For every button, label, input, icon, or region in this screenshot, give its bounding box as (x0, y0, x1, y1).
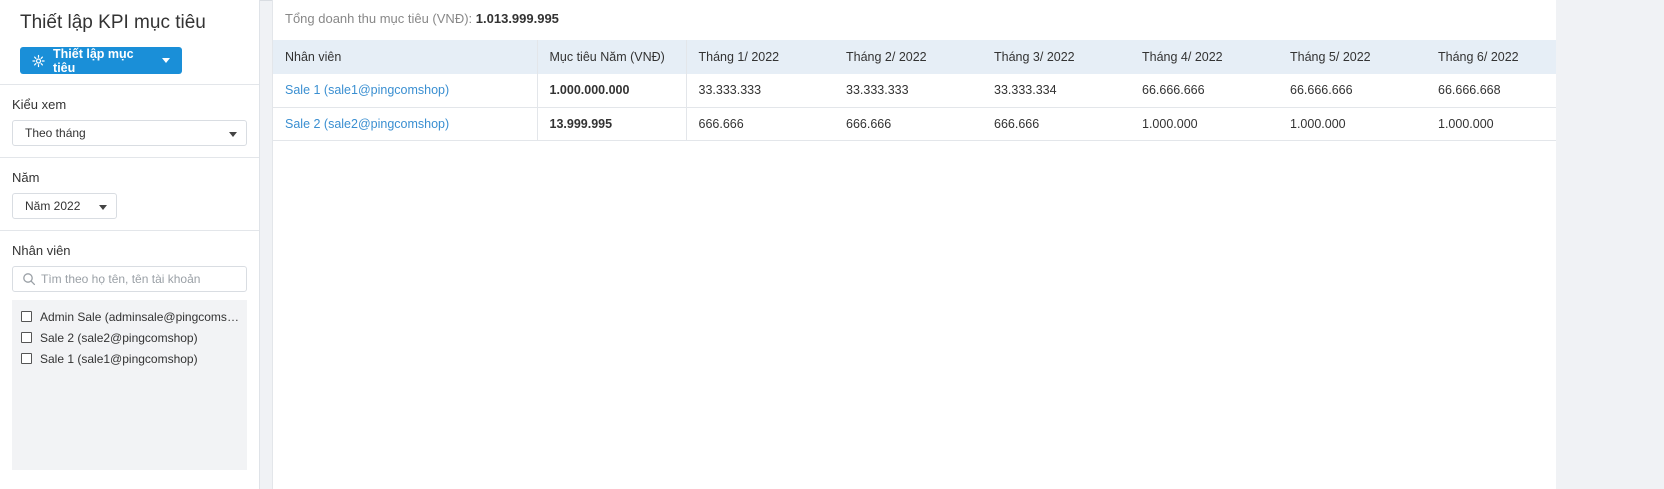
kpi-main-panel: Tổng doanh thu mục tiêu (VNĐ): 1.013.999… (272, 0, 1557, 489)
employee-option-label: Sale 1 (sale1@pingcomshop) (40, 351, 198, 366)
view-mode-select[interactable]: Theo tháng (12, 120, 247, 146)
total-revenue-value: 1.013.999.995 (475, 11, 559, 26)
employee-cell: Sale 1 (sale1@pingcomshop) (273, 74, 538, 108)
employee-search-input[interactable] (41, 267, 241, 291)
year-label: Năm (12, 170, 40, 185)
col-header-month: Tháng 2/ 2022 (834, 40, 982, 74)
search-icon (23, 273, 36, 286)
total-revenue-label: Tổng doanh thu mục tiêu (VNĐ): (285, 11, 473, 26)
month-target-cell: 1.000.000 (1426, 107, 1557, 141)
year-value: Năm 2022 (25, 199, 81, 213)
month-target-cell: 666.666 (834, 107, 982, 141)
col-header-month: Tháng 6/ 2022 (1426, 40, 1557, 74)
table-row: Sale 2 (sale2@pingcomshop) 13.999.995 66… (273, 107, 1557, 141)
employee-link[interactable]: Sale 1 (sale1@pingcomshop) (285, 83, 449, 97)
page-title: Thiết lập KPI mục tiêu (20, 12, 206, 33)
col-header-month: Tháng 5/ 2022 (1278, 40, 1426, 74)
chevron-down-icon (99, 205, 107, 210)
checkbox[interactable] (21, 353, 32, 364)
view-mode-section: Kiểu xem Theo tháng (0, 85, 259, 158)
month-target-cell: 66.666.666 (1130, 74, 1278, 108)
year-section: Năm Năm 2022 (0, 158, 259, 231)
month-target-cell: 33.333.333 (686, 74, 834, 108)
month-target-cell: 33.333.333 (834, 74, 982, 108)
col-header-month: Tháng 3/ 2022 (982, 40, 1130, 74)
employee-option[interactable]: Admin Sale (adminsale@pingcomshop) (12, 306, 247, 327)
annual-target-cell: 1.000.000.000 (537, 74, 687, 108)
month-target-cell: 33.333.334 (982, 74, 1130, 108)
month-target-cell: 1.000.000 (1130, 107, 1278, 141)
setup-target-label: Thiết lập mục tiêu (53, 46, 134, 75)
employee-option-label: Sale 2 (sale2@pingcomshop) (40, 330, 198, 345)
col-header-month: Tháng 1/ 2022 (686, 40, 834, 74)
employee-option[interactable]: Sale 2 (sale2@pingcomshop) (12, 327, 247, 348)
annual-target-cell: 13.999.995 (537, 107, 687, 141)
month-target-cell: 66.666.666 (1278, 74, 1426, 108)
employee-option-label: Admin Sale (adminsale@pingcomshop) (40, 309, 240, 324)
month-target-cell: 1.000.000 (1278, 107, 1426, 141)
view-mode-label: Kiểu xem (12, 97, 67, 112)
year-select[interactable]: Năm 2022 (12, 193, 117, 219)
employee-cell: Sale 2 (sale2@pingcomshop) (273, 107, 538, 141)
filter-sidebar: Thiết lập KPI mục tiêu Thiết lập mục tiê… (0, 0, 260, 489)
col-header-month: Tháng 4/ 2022 (1130, 40, 1278, 74)
table-header-row: Nhân viên Mục tiêu Năm (VNĐ) Tháng 1/ 20… (273, 40, 1557, 74)
sidebar-header: Thiết lập KPI mục tiêu Thiết lập mục tiê… (0, 0, 259, 85)
employee-section: Nhân viên Admin Sale (adminsale@pingcoms… (0, 231, 259, 470)
employee-search (12, 266, 247, 292)
employee-label: Nhân viên (12, 243, 71, 258)
gear-icon (32, 54, 45, 67)
employee-option[interactable]: Sale 1 (sale1@pingcomshop) (12, 348, 247, 369)
employee-list: Admin Sale (adminsale@pingcomshop) Sale … (12, 300, 247, 470)
chevron-down-icon (229, 132, 237, 137)
caret-down-icon (162, 58, 170, 63)
month-target-cell: 666.666 (686, 107, 834, 141)
total-revenue-target: Tổng doanh thu mục tiêu (VNĐ): 1.013.999… (273, 0, 1556, 40)
checkbox[interactable] (21, 311, 32, 322)
col-header-annual-target: Mục tiêu Năm (VNĐ) (537, 40, 687, 74)
scroll-gutter (1556, 0, 1664, 489)
kpi-table: Nhân viên Mục tiêu Năm (VNĐ) Tháng 1/ 20… (273, 40, 1557, 141)
setup-target-button[interactable]: Thiết lập mục tiêu (20, 46, 182, 75)
table-row: Sale 1 (sale1@pingcomshop) 1.000.000.000… (273, 74, 1557, 108)
view-mode-value: Theo tháng (25, 126, 86, 140)
col-header-employee: Nhân viên (273, 40, 538, 74)
checkbox[interactable] (21, 332, 32, 343)
employee-link[interactable]: Sale 2 (sale2@pingcomshop) (285, 117, 449, 131)
month-target-cell: 66.666.668 (1426, 74, 1557, 108)
month-target-cell: 666.666 (982, 107, 1130, 141)
